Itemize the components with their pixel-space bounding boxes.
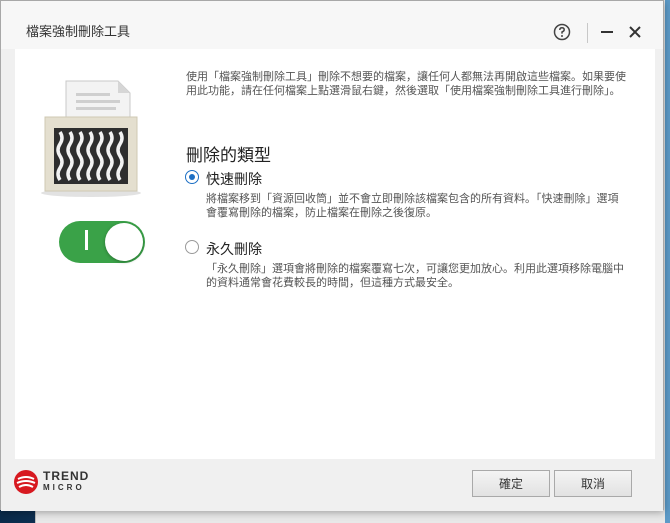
logo-line1: TREND — [43, 469, 90, 483]
shred-dialog: 檔案強制刪除工具 使用「檔案強制刪除工具」刪除不想要的檔案，讓任何人都無法再開啟… — [0, 0, 664, 511]
trend-micro-logo: TREND MICRO — [13, 469, 89, 495]
shredder-toggle[interactable] — [59, 221, 145, 263]
permanent-delete-label[interactable]: 永久刪除 — [206, 239, 262, 259]
minimize-icon — [601, 31, 613, 33]
help-button[interactable] — [550, 20, 574, 44]
quick-delete-label[interactable]: 快速刪除 — [206, 169, 262, 189]
logo-line2: MICRO — [43, 483, 85, 492]
shredder-icon — [41, 80, 141, 197]
window-title: 檔案強制刪除工具 — [26, 25, 131, 40]
main-panel: 使用「檔案強制刪除工具」刪除不想要的檔案，讓任何人都無法再開啟這些檔案。如果要使… — [15, 49, 655, 459]
permanent-delete-description: 「永久刪除」選項會將刪除的檔案覆寫七次，可讓您更加放心。利用此選項移除電腦中的資… — [206, 262, 624, 289]
close-button[interactable] — [623, 20, 647, 44]
title-bar: 檔案強制刪除工具 — [1, 1, 663, 49]
dialog-footer: TREND MICRO 確定 取消 — [1, 459, 663, 511]
delete-type-heading: 刪除的類型 — [186, 146, 271, 166]
minimize-button[interactable] — [595, 20, 619, 44]
close-icon — [629, 26, 641, 38]
toggle-knob — [105, 223, 143, 261]
question-circle-icon — [553, 23, 571, 41]
permanent-delete-radio[interactable] — [185, 240, 199, 254]
logo-wordmark: TREND MICRO — [43, 469, 90, 493]
quick-delete-description: 將檔案移到「資源回收筒」並不會立即刪除該檔案包含的所有資料。「快速刪除」選項會覆… — [206, 192, 619, 219]
trend-micro-ball-icon — [14, 470, 38, 494]
toggle-on-mark — [85, 230, 88, 250]
cancel-button[interactable]: 取消 — [554, 470, 632, 497]
titlebar-divider — [587, 23, 588, 43]
ok-button[interactable]: 確定 — [472, 470, 550, 497]
intro-text: 使用「檔案強制刪除工具」刪除不想要的檔案，讓任何人都無法再開啟這些檔案。如果要使… — [186, 70, 626, 97]
quick-delete-radio[interactable] — [185, 170, 199, 184]
